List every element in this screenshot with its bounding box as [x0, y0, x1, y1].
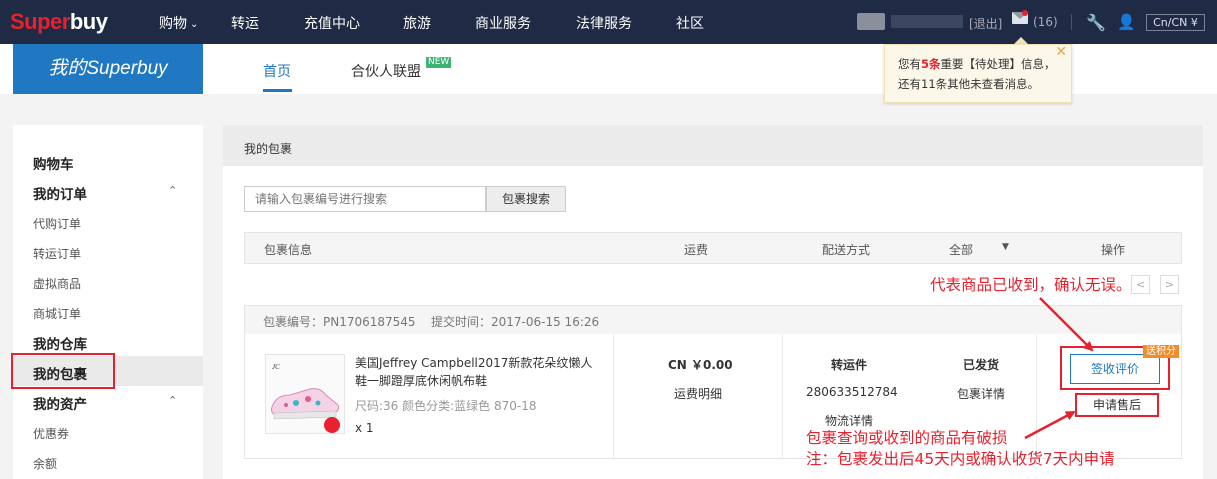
- annotation-note-after-sales: 包裹查询或收到的商品有破损 注：包裹发出后45天内或确认收货7天内申请: [806, 428, 1115, 470]
- annotation-line: 包裹查询或收到的商品有破损: [806, 429, 1008, 447]
- annotation-arrow-sign: [1039, 297, 1094, 352]
- annotation-line: 注：包裹发出后45天内或确认收货7天内申请: [806, 450, 1115, 468]
- annotation-note-received: 代表商品已收到，确认无误。: [930, 276, 1132, 294]
- annotation-arrows: [1024, 297, 1094, 440]
